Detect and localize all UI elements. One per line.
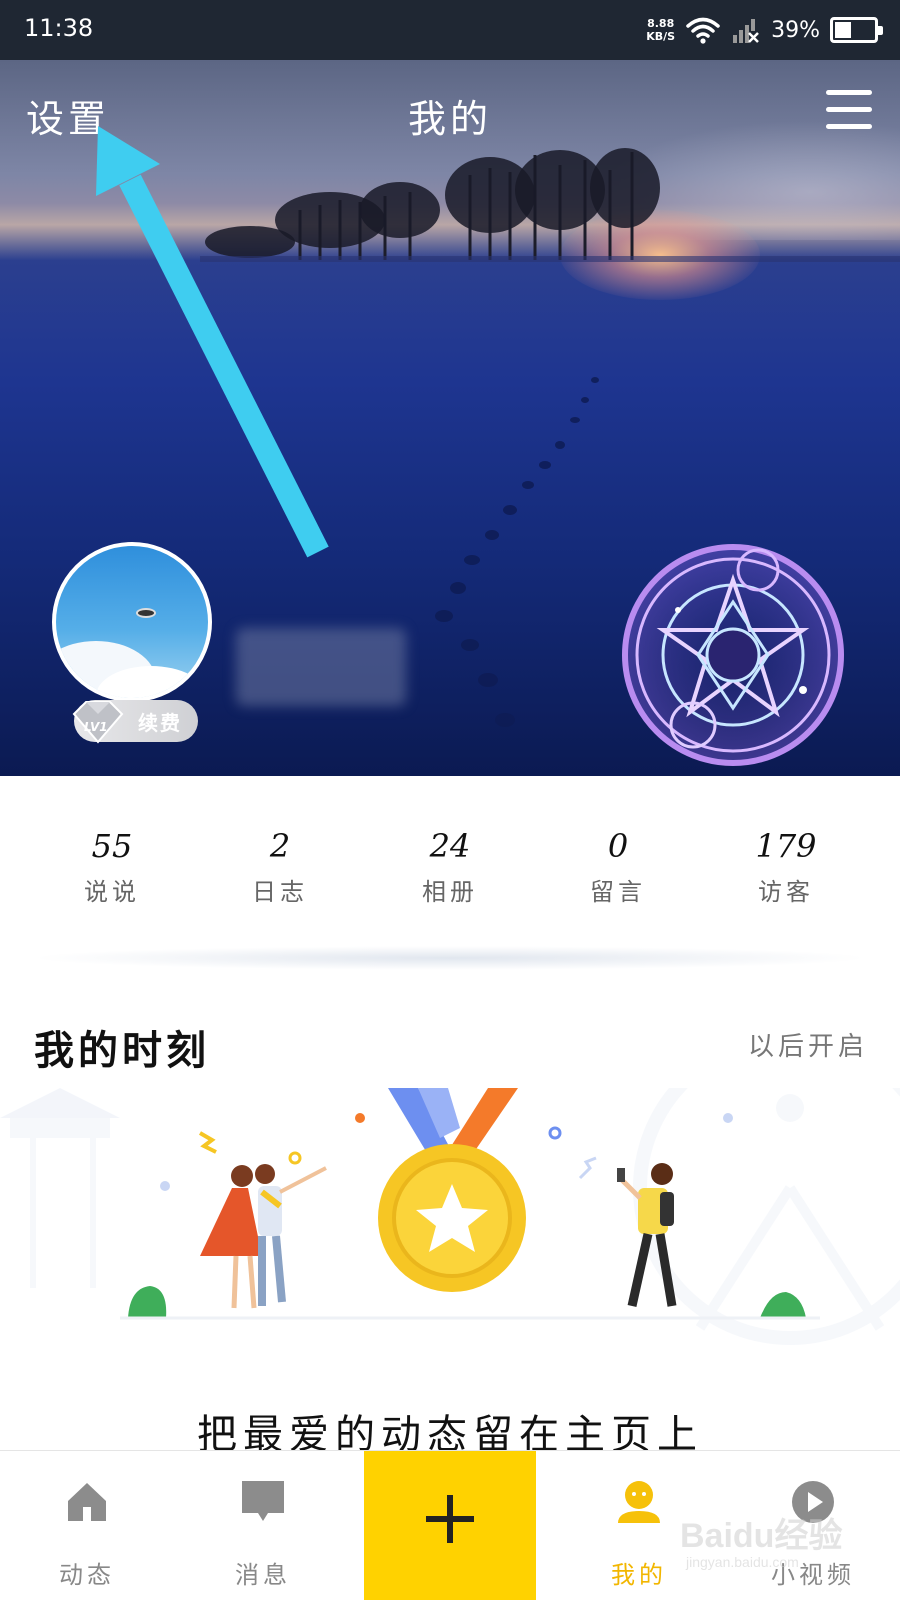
stat-label: 留言 <box>590 878 646 906</box>
baidu-watermark: Baidu经验 jingyan.baidu.com <box>680 1508 870 1588</box>
stat-label: 相册 <box>422 878 478 906</box>
vip-renew-label: 续费 <box>138 710 182 735</box>
stat-albums[interactable]: 24 相册 <box>380 826 520 907</box>
stat-label: 说说 <box>84 878 140 906</box>
avatar[interactable] <box>52 542 216 710</box>
wifi-icon <box>686 17 720 44</box>
watermark-sub: jingyan.baidu.com <box>686 1554 799 1570</box>
nav-item-messages[interactable]: 消息 <box>178 1451 348 1600</box>
stat-label: 日志 <box>252 878 308 906</box>
page-title: 我的 <box>407 97 492 141</box>
stat-visitors[interactable]: 179 访客 <box>716 826 856 907</box>
stat-posts[interactable]: 55 说说 <box>42 826 182 907</box>
stat-value: 2 <box>269 827 291 865</box>
avatar-image <box>52 542 212 702</box>
network-speed-value: 8.88 <box>647 17 675 30</box>
stat-value: 179 <box>755 827 817 865</box>
stat-messages[interactable]: 0 留言 <box>548 826 688 907</box>
profile-stats: 55 说说 2 日志 24 相册 0 留言 179 访客 <box>0 776 900 946</box>
moments-section-header: 我的时刻 以后开启 <box>0 1010 900 1080</box>
network-speed: 8.88 KB/S <box>646 17 675 43</box>
stat-value: 0 <box>607 827 629 865</box>
watermark-main: Baidu经验 <box>680 1517 843 1555</box>
battery-percent: 39% <box>771 17 820 43</box>
top-header: 设置 我的 <box>0 60 900 170</box>
stat-value: 24 <box>429 827 471 865</box>
moments-title: 我的时刻 <box>34 1027 210 1074</box>
magic-circle-badge-icon[interactable] <box>618 540 848 770</box>
cellular-signal-no-service-icon <box>733 19 759 43</box>
status-time: 11:38 <box>24 14 94 42</box>
nav-item-label: 消息 <box>235 1561 291 1589</box>
vip-renew-badge[interactable]: LV1 续费 <box>72 700 198 744</box>
nav-item-label: 动态 <box>59 1561 115 1589</box>
battery-icon <box>830 17 883 43</box>
hamburger-menu-icon[interactable] <box>826 90 872 130</box>
create-post-button[interactable] <box>364 1451 536 1600</box>
network-speed-unit: KB/S <box>646 30 676 43</box>
ufo-icon <box>136 608 156 618</box>
profile-icon <box>618 1481 660 1523</box>
vip-level: LV1 <box>84 720 108 734</box>
moments-illustration <box>0 1088 900 1345</box>
status-indicators: 8.88 KB/S 39% <box>646 12 883 48</box>
moments-enable-later-button[interactable]: 以后开启 <box>748 1026 868 1063</box>
battery-level-fill <box>835 22 852 38</box>
message-icon <box>242 1481 284 1521</box>
stat-value: 55 <box>91 827 133 865</box>
home-icon <box>68 1483 106 1521</box>
nav-item-feed[interactable]: 动态 <box>2 1451 172 1600</box>
stat-blog[interactable]: 2 日志 <box>210 826 350 907</box>
nickname-blurred <box>236 628 406 706</box>
stats-divider-shadow <box>30 946 870 970</box>
status-bar: 11:38 8.88 KB/S 39% <box>0 0 900 60</box>
stat-label: 访客 <box>758 878 814 906</box>
